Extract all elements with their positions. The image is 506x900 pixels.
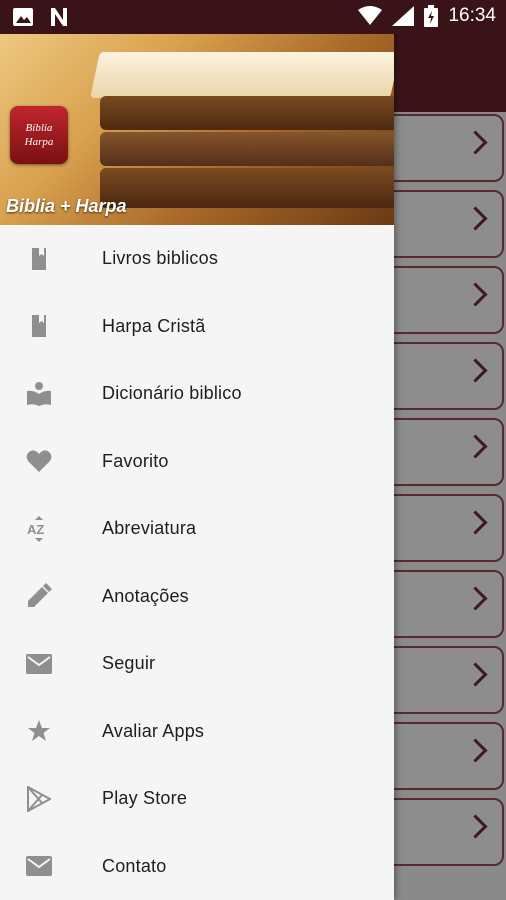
chevron-right-icon	[463, 358, 488, 383]
menu-item-contato[interactable]: Contato	[0, 833, 394, 900]
menu-item-dicionario-biblico[interactable]: Dicionário biblico	[0, 360, 394, 428]
app-logo-line1: Bíblia	[25, 122, 53, 134]
chevron-right-icon	[463, 662, 488, 687]
list-item	[380, 190, 504, 258]
menu-item-livros-biblicos[interactable]: Livros biblicos	[0, 225, 394, 293]
open-book-pages	[90, 52, 394, 98]
list-item	[380, 494, 504, 562]
play-store-icon	[26, 785, 52, 812]
menu-label: Contato	[102, 855, 167, 876]
mail-icon	[26, 853, 52, 879]
menu-label: Play Store	[102, 788, 188, 809]
menu-item-seguir[interactable]: Seguir	[0, 630, 394, 698]
list-item	[380, 646, 504, 714]
list-item	[380, 722, 504, 790]
image-icon	[13, 8, 33, 26]
navigation-drawer: Bíblia Harpa Biblia + Harpa Livros bibli…	[0, 0, 394, 900]
menu-item-favorito[interactable]: Favorito	[0, 428, 394, 496]
menu-label: Harpa Cristã	[102, 315, 206, 336]
menu-label: Anotações	[102, 585, 189, 606]
n-notification-icon	[51, 8, 67, 26]
menu-item-harpa-crista[interactable]: Harpa Cristã	[0, 293, 394, 361]
book-icon	[26, 246, 52, 272]
app-logo: Bíblia Harpa	[10, 106, 68, 164]
menu-label: Livros biblicos	[102, 248, 219, 269]
chevron-right-icon	[463, 738, 488, 763]
chevron-right-icon	[463, 206, 488, 231]
drawer-menu: Livros biblicos Harpa Cristã Dicionário …	[0, 225, 394, 900]
chevron-right-icon	[463, 282, 488, 307]
list-item	[380, 342, 504, 410]
list-item	[380, 114, 504, 182]
menu-label: Avaliar Apps	[102, 720, 205, 741]
wifi-icon	[358, 6, 383, 25]
book-icon	[26, 313, 52, 339]
chevron-right-icon	[463, 434, 488, 459]
menu-label: Favorito	[102, 450, 169, 471]
signal-icon	[392, 6, 415, 26]
status-bar: 16:34	[0, 0, 506, 34]
menu-item-play-store[interactable]: Play Store	[0, 765, 394, 833]
reading-book-icon	[26, 381, 52, 407]
mail-icon	[26, 651, 52, 677]
chevron-right-icon	[463, 510, 488, 535]
battery-icon	[424, 5, 439, 27]
menu-label: Dicionário biblico	[102, 383, 242, 404]
book-image	[100, 132, 394, 166]
menu-item-abreviatura[interactable]: AZ Abreviatura	[0, 495, 394, 563]
book-image	[100, 168, 394, 208]
chevron-right-icon	[463, 130, 488, 155]
list-item	[380, 266, 504, 334]
list-item	[380, 798, 504, 866]
pencil-icon	[26, 583, 52, 609]
heart-icon	[26, 448, 52, 474]
svg-text:AZ: AZ	[27, 522, 44, 537]
book-image	[100, 96, 394, 130]
list-item	[380, 418, 504, 486]
menu-label: Abreviatura	[102, 518, 197, 539]
menu-item-avaliar-apps[interactable]: Avaliar Apps	[0, 698, 394, 766]
app-logo-line2: Harpa	[24, 136, 54, 148]
chevron-right-icon	[463, 814, 488, 839]
menu-label: Seguir	[102, 653, 156, 674]
drawer-title: Biblia + Harpa	[6, 196, 127, 216]
status-time: 16:34	[448, 5, 496, 26]
menu-item-anotacoes[interactable]: Anotações	[0, 563, 394, 631]
sort-az-icon: AZ	[26, 515, 52, 542]
list-item	[380, 570, 504, 638]
chevron-right-icon	[463, 586, 488, 611]
star-icon	[26, 718, 52, 744]
